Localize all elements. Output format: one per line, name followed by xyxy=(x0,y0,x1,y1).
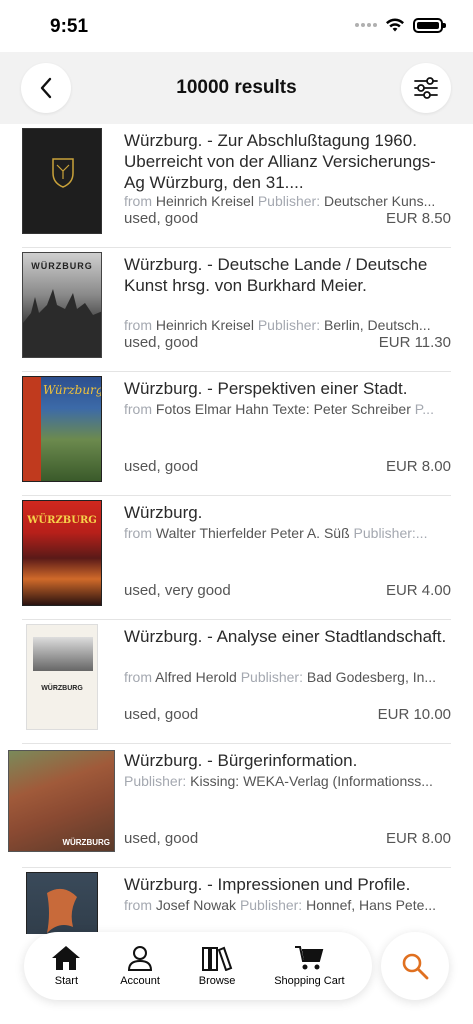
book-cover-image: WÜRZBURG xyxy=(22,252,102,358)
item-title: Würzburg. - Perspektiven einer Stadt. xyxy=(124,379,408,398)
wifi-icon xyxy=(386,18,404,32)
list-item[interactable]: WÜRZBURG Würzburg. - Analyse einer Stadt… xyxy=(0,620,473,744)
item-title: Würzburg. - Analyse einer Stadtlandschaf… xyxy=(124,627,447,646)
signal-icon xyxy=(355,23,377,27)
nav-browse[interactable]: Browse xyxy=(198,945,236,987)
item-price: EUR 8.50 xyxy=(385,210,451,227)
cover-text: Würzburg xyxy=(43,383,102,397)
results-list[interactable]: Würzburg. - Zur Abschlußtagung 1960. Ube… xyxy=(0,124,473,934)
item-condition: used, very good xyxy=(124,582,231,599)
item-condition: used, good xyxy=(124,210,199,227)
book-cover-image: WÜRZBURG xyxy=(26,624,98,730)
books-icon xyxy=(202,946,233,971)
book-cover-image xyxy=(26,872,98,934)
nav-label: Browse xyxy=(198,975,236,987)
item-title: Würzburg. - Deutsche Lande / Deutsche Ku… xyxy=(124,255,428,295)
list-item[interactable]: Würzburg. - Zur Abschlußtagung 1960. Ube… xyxy=(0,124,473,248)
nav-start[interactable]: Start xyxy=(51,945,81,987)
list-item[interactable]: WÜRZBURG Würzburg. - Deutsche Lande / De… xyxy=(0,248,473,372)
cover-text: WÜRZBURG xyxy=(41,685,83,692)
book-cover-image: Würzburg xyxy=(22,376,102,482)
item-title: Würzburg. - Impressionen und Profile. xyxy=(124,875,411,894)
item-meta: from Alfred Herold Publisher: Bad Godesb… xyxy=(124,669,437,685)
item-meta: from Josef Nowak Publisher: Honnef, Hans… xyxy=(124,897,437,913)
nav-label: Shopping Cart xyxy=(274,975,345,987)
item-price: EUR 4.00 xyxy=(385,582,451,599)
status-icons xyxy=(355,17,446,33)
home-icon xyxy=(52,946,81,970)
nav-account[interactable]: Account xyxy=(120,945,160,987)
book-cover-image: WÜRZBURG xyxy=(8,750,115,852)
nav-label: Account xyxy=(120,975,160,987)
nav-label: Start xyxy=(54,975,78,987)
item-price: EUR 8.00 xyxy=(385,830,451,847)
cover-text: WÜRZBURG xyxy=(62,838,110,847)
cart-icon xyxy=(295,946,324,970)
nav-shopping-cart[interactable]: Shopping Cart xyxy=(274,945,345,987)
item-condition: used, good xyxy=(124,706,199,723)
book-cover-image: WÜRZBURG xyxy=(22,500,102,606)
search-button[interactable] xyxy=(381,932,449,1000)
list-item[interactable]: WÜRZBURG Würzburg. - Bürgerinformation. … xyxy=(0,744,473,868)
sliders-icon xyxy=(414,77,438,99)
search-icon xyxy=(402,953,429,980)
coat-of-arms-icon xyxy=(52,158,74,188)
cover-text: WÜRZBURG xyxy=(27,515,97,526)
status-time: 9:51 xyxy=(50,16,89,37)
item-title: Würzburg. - Zur Abschlußtagung 1960. Ube… xyxy=(124,131,436,192)
item-meta: from Walter Thierfelder Peter A. Süß Pub… xyxy=(124,525,428,541)
item-price: EUR 10.00 xyxy=(377,706,451,723)
item-price: EUR 8.00 xyxy=(385,458,451,475)
header: 10000 results xyxy=(0,52,473,124)
item-meta: from Fotos Elmar Hahn Texte: Peter Schre… xyxy=(124,401,434,417)
list-item[interactable]: Würzburg Würzburg. - Perspektiven einer … xyxy=(0,372,473,496)
item-condition: used, good xyxy=(124,334,199,351)
item-meta: from Heinrich Kreisel Publisher: Berlin,… xyxy=(124,317,431,333)
item-title: Würzburg. xyxy=(124,503,203,522)
status-bar: 9:51 xyxy=(0,0,473,52)
list-item[interactable]: WÜRZBURG Würzburg. from Walter Thierfeld… xyxy=(0,496,473,620)
item-price: EUR 11.30 xyxy=(378,334,451,351)
item-condition: used, good xyxy=(124,830,199,847)
filter-button[interactable] xyxy=(401,63,451,113)
list-item[interactable]: Würzburg. - Impressionen und Profile. fr… xyxy=(0,868,473,934)
battery-icon xyxy=(413,17,446,33)
item-condition: used, good xyxy=(124,458,199,475)
item-meta: from Heinrich Kreisel Publisher: Deutsch… xyxy=(124,193,436,209)
bottom-nav: Start Account Browse Shopping Cart xyxy=(24,932,372,1000)
user-icon xyxy=(128,946,153,971)
book-cover-image xyxy=(22,128,102,234)
item-meta: Publisher: Kissing: WEKA-Verlag (Informa… xyxy=(124,773,433,789)
item-title: Würzburg. - Bürgerinformation. xyxy=(124,751,358,770)
